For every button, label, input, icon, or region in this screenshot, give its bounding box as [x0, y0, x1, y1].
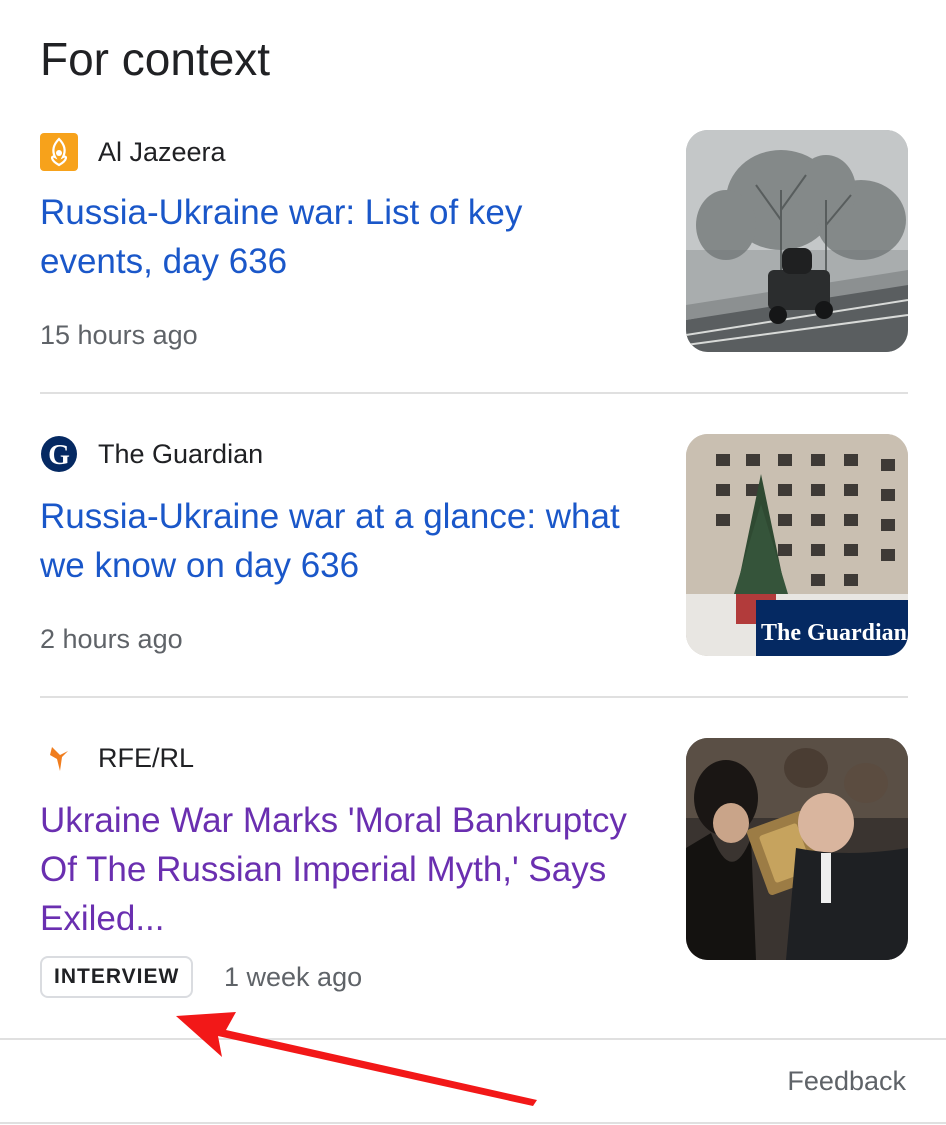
bottom-divider [0, 1122, 946, 1124]
article-title-link[interactable]: Russia-Ukraine war: List of key events, … [40, 188, 640, 286]
rferl-logo-icon [40, 739, 78, 777]
feedback-link[interactable]: Feedback [787, 1066, 906, 1097]
article-card[interactable]: RFE/RL Ukraine War Marks 'Moral Bankrupt… [40, 738, 908, 1008]
article-timestamp: 2 hours ago [40, 624, 183, 654]
divider [40, 392, 908, 394]
article-thumbnail[interactable]: The Guardian [686, 434, 908, 656]
section-heading: For context [40, 33, 271, 85]
al-jazeera-logo-icon [40, 133, 78, 171]
svg-text:G: G [48, 440, 70, 471]
article-card[interactable]: Al Jazeera Russia-Ukraine war: List of k… [40, 130, 908, 360]
thumbnail-overlay-text: The Guardian [761, 620, 907, 646]
source-name: RFE/RL [98, 742, 195, 773]
interview-badge: INTERVIEW [40, 956, 194, 998]
article-title-link[interactable]: Ukraine War Marks 'Moral Bankruptcy Of T… [40, 796, 640, 943]
source-row: Al Jazeera [40, 132, 226, 172]
guardian-logo-icon: G [40, 435, 78, 473]
source-row: G The Guardian [40, 434, 263, 474]
article-card[interactable]: G The Guardian Russia-Ukraine war at a g… [40, 434, 908, 664]
article-timestamp: 1 week ago [224, 962, 363, 992]
footer-divider [0, 1038, 946, 1040]
article-timestamp: 15 hours ago [40, 320, 198, 350]
source-name: The Guardian [98, 438, 264, 469]
divider [40, 696, 908, 698]
source-name: Al Jazeera [98, 136, 226, 167]
source-row: RFE/RL [40, 738, 194, 778]
article-thumbnail[interactable] [686, 738, 908, 960]
article-title-link[interactable]: Russia-Ukraine war at a glance: what we … [40, 492, 640, 590]
article-thumbnail[interactable] [686, 130, 908, 352]
